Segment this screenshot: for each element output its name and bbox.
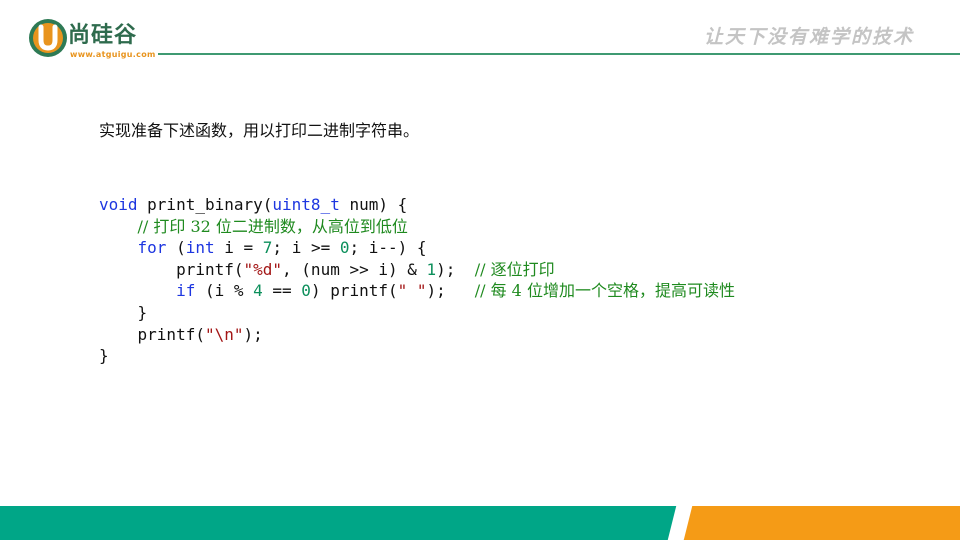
slide-intro-text: 实现准备下述函数，用以打印二进制字符串。 <box>99 121 420 140</box>
code-brace: } <box>137 302 148 322</box>
brand-slogan: 让天下没有难学的技术 <box>703 26 914 48</box>
code-comment: // 每 4 位增加一个空格，提高可读性 <box>474 281 735 301</box>
footer-orange-band <box>684 506 960 540</box>
code-string: " " <box>397 281 427 301</box>
code-line: // 打印 32 位二进制数，从高位到低位 <box>99 216 735 238</box>
code-brace: } <box>99 346 109 366</box>
brand-name: 尚硅谷 <box>68 23 138 48</box>
code-comment: // 打印 32 位二进制数，从高位到低位 <box>137 216 408 236</box>
code-keyword: for <box>137 238 167 258</box>
code-line: if (i % 4 == 0) printf(" "); // 每 4 位增加一… <box>99 280 735 302</box>
code-text: == <box>262 281 302 301</box>
code-line: printf("%d", (num >> i) & 1); // 逐位打印 <box>99 259 735 281</box>
code-text: i = <box>214 238 263 258</box>
code-text: ) printf( <box>310 281 398 301</box>
code-number: 7 <box>262 238 273 258</box>
code-line: } <box>99 345 735 367</box>
code-line: printf("\n"); <box>99 324 735 346</box>
code-text: ); <box>243 324 263 344</box>
code-text: printf( <box>137 324 205 344</box>
code-number: 0 <box>301 281 311 301</box>
u-badge-icon <box>29 19 67 57</box>
code-type: uint8_t <box>272 195 340 214</box>
code-text: ); <box>426 281 475 301</box>
code-string: "\n" <box>204 324 244 344</box>
code-keyword: if <box>176 281 196 301</box>
brand-url: www.atguigu.com <box>70 50 156 59</box>
code-line: } <box>99 302 735 324</box>
code-text: ; i--) { <box>349 238 427 258</box>
header-divider <box>158 53 960 55</box>
code-number: 1 <box>426 259 437 279</box>
code-text: ); <box>436 259 475 279</box>
code-text: num) { <box>339 195 408 214</box>
code-string: "%d" <box>243 259 283 279</box>
code-number: 0 <box>339 238 350 258</box>
code-line: for (int i = 7; i >= 0; i--) { <box>99 237 735 259</box>
code-text: (i % <box>195 281 254 301</box>
code-line: void print_binary(uint8_t num) { <box>99 194 735 216</box>
code-block: void print_binary(uint8_t num) { // 打印 3… <box>99 194 735 367</box>
code-text: printf( <box>176 259 244 279</box>
code-number: 4 <box>253 281 263 301</box>
brand-logo: 尚硅谷 www.atguigu.com <box>28 18 168 62</box>
code-keyword: int <box>185 238 215 258</box>
code-text: print_binary( <box>137 195 273 214</box>
code-text: , (num >> i) & <box>282 259 427 279</box>
code-keyword: void <box>99 195 138 214</box>
code-comment: // 逐位打印 <box>474 259 555 279</box>
footer-green-band <box>0 506 690 540</box>
code-text: ( <box>166 238 186 258</box>
slide-header: 尚硅谷 www.atguigu.com 让天下没有难学的技术 <box>0 0 960 60</box>
code-text: ; i >= <box>272 238 340 258</box>
